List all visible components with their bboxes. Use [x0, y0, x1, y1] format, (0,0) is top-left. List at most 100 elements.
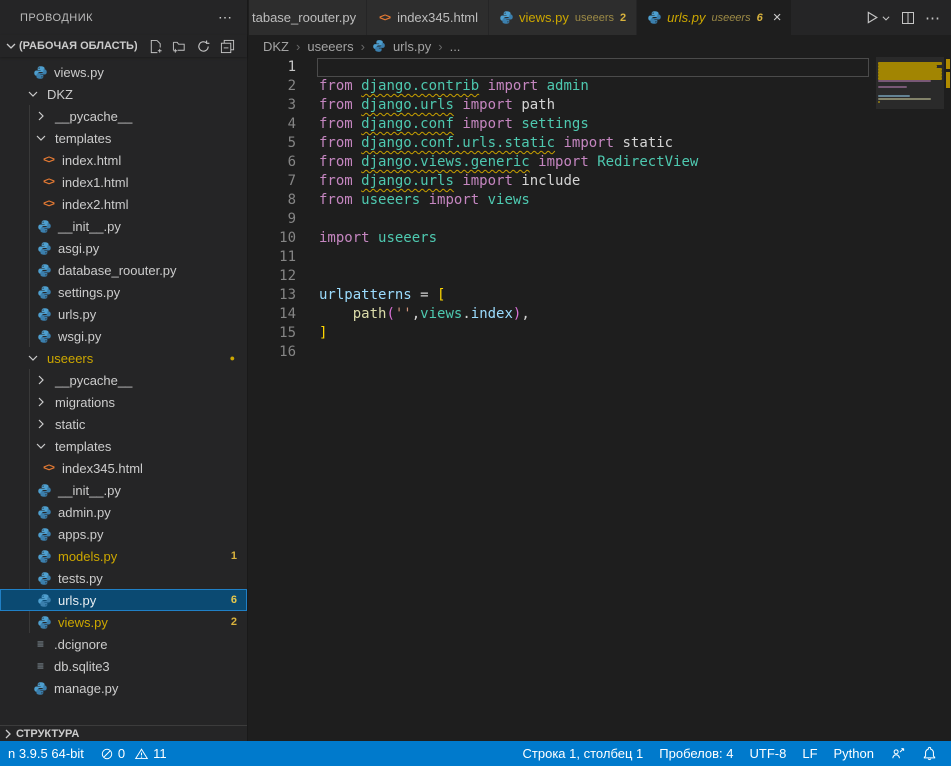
- python-icon: [37, 571, 52, 586]
- tree-item-templates[interactable]: templates: [0, 435, 247, 457]
- python-icon: [37, 241, 52, 256]
- tree-item-database-roouter-py[interactable]: database_roouter.py: [0, 259, 247, 281]
- code-line: [319, 267, 698, 286]
- editor-group: tabase_roouter.py<>index345.htmlviews.py…: [249, 0, 951, 741]
- chevron-down-icon: [3, 38, 19, 54]
- chevron-right-icon: [33, 416, 49, 432]
- problems-item[interactable]: 0 11: [92, 741, 175, 766]
- tree-item-urls-py[interactable]: urls.py: [0, 303, 247, 325]
- tree-item-urls-py[interactable]: urls.py6: [0, 589, 247, 611]
- tree-item-index2-html[interactable]: <> index2.html: [0, 193, 247, 215]
- language-mode-item[interactable]: Python: [826, 741, 882, 766]
- python-interpreter-item[interactable]: n 3.9.5 64-bit: [0, 741, 92, 766]
- indent-guide: [29, 435, 30, 457]
- indentation-item[interactable]: Пробелов: 4: [651, 741, 741, 766]
- encoding-item[interactable]: UTF-8: [742, 741, 795, 766]
- chevron-right-icon: [0, 726, 16, 742]
- outline-label: СТРУКТУРА: [16, 728, 79, 740]
- tree-item-index-html[interactable]: <>index.html: [0, 149, 247, 171]
- tab-bar: tabase_roouter.py<>index345.htmlviews.py…: [249, 0, 951, 35]
- tree-item-label: __init__.py: [58, 219, 121, 234]
- breadcrumb-separator: ›: [296, 39, 300, 54]
- breadcrumb-item-symbols[interactable]: ...: [450, 39, 461, 54]
- tree-item-dkz[interactable]: DKZ: [0, 83, 247, 105]
- tree-item-static[interactable]: static: [0, 413, 247, 435]
- refresh-icon[interactable]: [195, 38, 211, 54]
- cursor-position-item[interactable]: Строка 1, столбец 1: [515, 741, 652, 766]
- sidebar-title-row: ПРОВОДНИК ⋯: [0, 0, 247, 35]
- breadcrumb-item-urls-py[interactable]: urls.py: [393, 39, 431, 54]
- tab-views-py[interactable]: views.pyuseeers2: [489, 0, 637, 35]
- tree-item-asgi-py[interactable]: asgi.py: [0, 237, 247, 259]
- breadcrumb-item-useeers[interactable]: useeers: [307, 39, 353, 54]
- warning-icon: [134, 747, 149, 761]
- tree-item-migrations[interactable]: migrations: [0, 391, 247, 413]
- run-python-file-button[interactable]: [863, 9, 891, 26]
- tree-item-views-py[interactable]: views.py: [0, 61, 247, 83]
- tree-item-index345-html[interactable]: <>index345.html: [0, 457, 247, 479]
- python-icon: [37, 263, 52, 278]
- chevron-right-icon: [33, 372, 49, 388]
- tree-item-label: settings.py: [58, 285, 120, 300]
- feedback-icon[interactable]: [882, 741, 914, 766]
- code-line: import useeers: [319, 229, 698, 248]
- tree-item-label: templates: [55, 131, 111, 146]
- outline-section-header[interactable]: СТРУКТУРА: [0, 725, 247, 741]
- breadcrumb-item-dkz[interactable]: DKZ: [263, 39, 289, 54]
- minimap[interactable]: [876, 57, 944, 277]
- file-icon: ≡: [33, 637, 48, 652]
- tree-item-label: __pycache__: [55, 109, 132, 124]
- chevron-right-icon: [33, 394, 49, 410]
- minimap-line: [878, 95, 910, 97]
- new-file-icon[interactable]: [147, 38, 163, 54]
- code-line: [319, 248, 698, 267]
- tree-item-label: db.sqlite3: [54, 659, 110, 674]
- tree-item-models-py[interactable]: models.py1: [0, 545, 247, 567]
- tree-item--pycache-[interactable]: __pycache__: [0, 369, 247, 391]
- indent-guide: [29, 545, 30, 567]
- indent-guide: [29, 391, 30, 413]
- tree-item-index1-html[interactable]: <>index1.html: [0, 171, 247, 193]
- html-icon: <>: [41, 175, 56, 190]
- code-line: from useeers import views: [319, 191, 698, 210]
- new-folder-icon[interactable]: [171, 38, 187, 54]
- more-actions-icon[interactable]: ⋯: [925, 9, 941, 27]
- tree-item-tests-py[interactable]: tests.py: [0, 567, 247, 589]
- tab-tabase-roouter-py[interactable]: tabase_roouter.py: [249, 0, 367, 35]
- tree-item-admin-py[interactable]: admin.py: [0, 501, 247, 523]
- editor-gutter[interactable]: 12345678910111213141516: [249, 58, 296, 362]
- tree-item-useeers[interactable]: useeers●: [0, 347, 247, 369]
- views-and-more-actions-icon[interactable]: ⋯: [218, 9, 233, 26]
- code-editor[interactable]: 12345678910111213141516 from django.cont…: [249, 57, 951, 741]
- tree-item-apps-py[interactable]: apps.py: [0, 523, 247, 545]
- python-icon: [37, 593, 52, 608]
- workspace-section-header[interactable]: (РАБОЧАЯ ОБЛАСТЬ) ...: [0, 35, 247, 57]
- tree-item-label: static: [55, 417, 85, 432]
- code-content[interactable]: from django.contrib import adminfrom dja…: [319, 58, 698, 362]
- collapse-all-icon[interactable]: [219, 38, 235, 54]
- html-icon: <>: [41, 197, 56, 212]
- tree-item-templates[interactable]: templates: [0, 127, 247, 149]
- close-icon[interactable]: ×: [773, 10, 782, 25]
- tab-index345-html[interactable]: <>index345.html: [367, 0, 489, 35]
- tree-item--pycache-[interactable]: __pycache__: [0, 105, 247, 127]
- tree-item-label: index2.html: [62, 197, 128, 212]
- indent-guide: [29, 457, 30, 479]
- tree-item-label: views.py: [54, 65, 104, 80]
- tab-label: urls.py: [667, 10, 705, 25]
- tree-item--dcignore[interactable]: ≡.dcignore: [0, 633, 247, 655]
- scrollbar[interactable]: [946, 57, 950, 741]
- tree-item-settings-py[interactable]: settings.py: [0, 281, 247, 303]
- tree-item-views-py[interactable]: views.py2: [0, 611, 247, 633]
- tree-item-wsgi-py[interactable]: wsgi.py: [0, 325, 247, 347]
- tree-item-db-sqlite3[interactable]: ≡db.sqlite3: [0, 655, 247, 677]
- tree-item--init-py[interactable]: __init__.py: [0, 479, 247, 501]
- tree-item-manage-py[interactable]: manage.py: [0, 677, 247, 699]
- eol-item[interactable]: LF: [794, 741, 825, 766]
- line-number: 11: [249, 248, 296, 267]
- html-icon: <>: [377, 10, 392, 25]
- tree-item--init-py[interactable]: __init__.py: [0, 215, 247, 237]
- tab-urls-py[interactable]: urls.pyuseeers6×: [637, 0, 792, 35]
- split-editor-icon[interactable]: [900, 10, 916, 26]
- notifications-bell-icon[interactable]: [914, 741, 945, 766]
